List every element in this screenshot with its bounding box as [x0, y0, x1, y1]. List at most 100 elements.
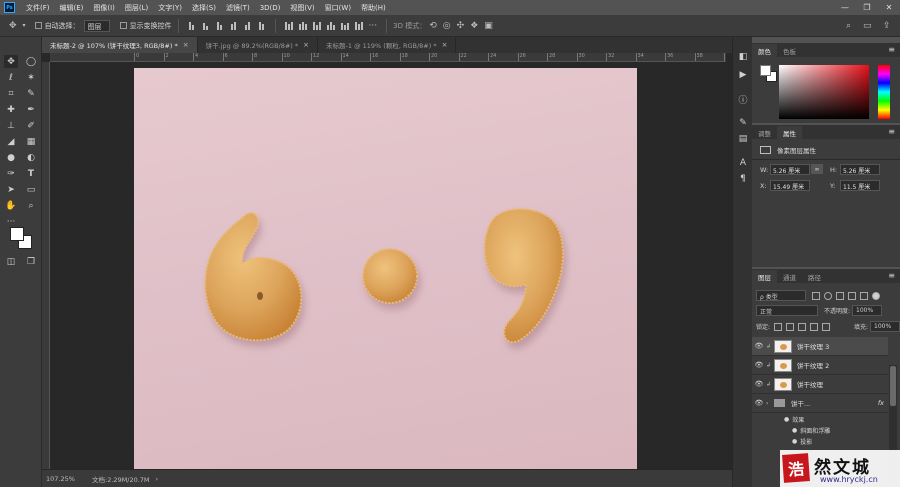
tab-properties[interactable]: 属性	[777, 126, 802, 139]
y-position-field[interactable]: 11.5 厘米	[840, 180, 880, 191]
hand-tool-icon[interactable]: ✋	[4, 199, 18, 212]
eye-icon[interactable]: 👁	[752, 380, 766, 388]
close-window-button[interactable]: ✕	[878, 0, 900, 15]
tab-document-2[interactable]: 饼干.jpg @ 89.2%(RGB/8#) * ×	[197, 37, 319, 53]
lock-position-icon[interactable]	[798, 322, 807, 331]
info-panel-icon[interactable]: ⓘ	[736, 93, 750, 106]
eye-icon[interactable]: 👁	[752, 361, 766, 369]
layer-group-row[interactable]: 👁 › 饼干... fx	[752, 394, 888, 413]
lock-all-icon[interactable]	[822, 322, 831, 331]
panel-menu-icon[interactable]: ≡	[888, 127, 895, 136]
menu-edit[interactable]: 编辑(E)	[55, 3, 89, 13]
stamp-tool-icon[interactable]: ⊥	[4, 119, 18, 132]
actions-play-icon[interactable]: ▶	[736, 69, 750, 81]
search-icon[interactable]: ⌕	[846, 21, 851, 31]
marquee-tool-icon[interactable]: ◯	[24, 55, 38, 68]
filter-smart-object-icon[interactable]	[860, 291, 868, 300]
paragraph-panel-icon[interactable]: ¶	[736, 173, 750, 185]
opacity-field[interactable]: 100%	[852, 305, 883, 316]
path-select-icon[interactable]: ➤	[4, 183, 18, 196]
close-icon[interactable]: ×	[303, 41, 309, 49]
zoom-level-field[interactable]: 107.25%	[42, 475, 82, 483]
3d-pan-icon[interactable]: ✣	[457, 21, 465, 31]
align-bottom-icon[interactable]	[215, 21, 225, 30]
distribute-top-icon[interactable]	[284, 21, 294, 30]
blur-tool-icon[interactable]: ●	[4, 151, 18, 164]
character-panel-icon[interactable]: A	[736, 157, 750, 169]
move-tool-icon[interactable]: ✥	[9, 21, 17, 31]
layer-row[interactable]: 👁 ↲ 饼干纹理 2	[752, 356, 888, 375]
tab-document-3[interactable]: 未标题-1 @ 119% (颗粒, RGB/8#) * ×	[318, 37, 457, 53]
distribute-vcenter-icon[interactable]	[298, 21, 308, 30]
brush-tool-icon[interactable]: ✒	[24, 103, 38, 116]
tab-layers[interactable]: 图层	[752, 270, 777, 283]
fx-badge[interactable]: fx	[878, 399, 884, 407]
eye-icon[interactable]: 👁	[752, 399, 766, 407]
zoom-tool-icon[interactable]: ⌕	[24, 199, 38, 212]
close-icon[interactable]: ×	[183, 41, 189, 49]
brush-settings-icon[interactable]: ✎	[736, 117, 750, 129]
menu-view[interactable]: 视图(V)	[285, 3, 319, 13]
share-icon[interactable]: ⇪	[883, 21, 891, 31]
tab-channels[interactable]: 通道	[777, 270, 802, 283]
healing-brush-icon[interactable]: ✚	[4, 103, 18, 116]
align-top-icon[interactable]	[187, 21, 197, 30]
fill-field[interactable]: 100%	[870, 321, 900, 332]
menu-help[interactable]: 帮助(H)	[356, 3, 391, 13]
tab-adjustments[interactable]: 调整	[752, 126, 777, 139]
layer-filter-dropdown[interactable]: ρ 类型	[756, 290, 806, 301]
magic-wand-icon[interactable]: ✶	[24, 71, 38, 84]
tab-color[interactable]: 颜色	[752, 44, 777, 57]
history-panel-icon[interactable]: ◧	[736, 51, 750, 63]
3d-scale-icon[interactable]: ▣	[484, 21, 493, 31]
history-brush-icon[interactable]: ✐	[24, 119, 38, 132]
menu-window[interactable]: 窗口(W)	[320, 3, 356, 13]
filter-shape-icon[interactable]	[848, 291, 856, 300]
scroll-thumb[interactable]	[890, 366, 896, 406]
vertical-ruler[interactable]	[42, 62, 50, 469]
distribute-right-icon[interactable]	[354, 21, 364, 30]
auto-select-dropdown[interactable]: 图层	[83, 19, 110, 32]
distribute-bottom-icon[interactable]	[312, 21, 322, 30]
foreground-background-swatches[interactable]	[10, 227, 34, 251]
canvas[interactable]	[134, 68, 637, 469]
minimize-button[interactable]: —	[834, 0, 856, 15]
filter-adjustment-icon[interactable]	[824, 291, 832, 300]
layer-row[interactable]: 👁 ↲ 饼干纹理	[752, 375, 888, 394]
lock-transparent-icon[interactable]	[774, 322, 783, 331]
menu-image[interactable]: 图像(I)	[88, 3, 120, 13]
effect-bevel-row[interactable]: ● 斜面和浮雕	[752, 425, 888, 436]
more-options-icon[interactable]: ···	[369, 21, 378, 31]
align-right-icon[interactable]	[257, 21, 267, 30]
layer-name[interactable]: 饼干纹理 3	[797, 341, 829, 351]
height-field[interactable]: 5.26 厘米	[840, 164, 880, 175]
restore-button[interactable]: ❐	[856, 0, 878, 15]
link-icon[interactable]: ∞	[811, 164, 823, 174]
pen-tool-icon[interactable]: ✑	[4, 167, 18, 180]
lock-image-icon[interactable]	[786, 322, 795, 331]
3d-rotate-icon[interactable]: ⟲	[429, 21, 437, 31]
quick-mask-icon[interactable]: ◫	[4, 255, 18, 268]
3d-roll-icon[interactable]: ◎	[443, 21, 451, 31]
align-left-icon[interactable]	[229, 21, 239, 30]
show-transform-checkbox[interactable]	[119, 22, 127, 29]
foreground-color-swatch[interactable]	[760, 65, 771, 76]
distribute-hcenter-icon[interactable]	[340, 21, 350, 30]
panel-menu-icon[interactable]: ≡	[888, 45, 895, 54]
status-menu-arrow[interactable]: ›	[156, 475, 159, 483]
effects-row[interactable]: ● 效果	[752, 414, 888, 425]
align-hcenter-icon[interactable]	[243, 21, 253, 30]
menu-layer[interactable]: 图层(L)	[120, 3, 153, 13]
color-swatches[interactable]	[760, 65, 778, 83]
lasso-tool-icon[interactable]: ℓ	[4, 71, 18, 84]
menu-select[interactable]: 选择(S)	[187, 3, 221, 13]
close-icon[interactable]: ×	[442, 41, 448, 49]
hue-slider[interactable]	[878, 65, 890, 119]
workspace-icon[interactable]: ▭	[863, 21, 872, 31]
layer-name[interactable]: 饼干纹理 2	[797, 360, 829, 370]
group-name[interactable]: 饼干...	[791, 398, 810, 408]
color-picker-field[interactable]	[779, 65, 869, 119]
eye-icon[interactable]: ●	[792, 427, 797, 434]
x-position-field[interactable]: 15.49 厘米	[770, 180, 810, 191]
eyedropper-tool-icon[interactable]: ✎	[24, 87, 38, 100]
